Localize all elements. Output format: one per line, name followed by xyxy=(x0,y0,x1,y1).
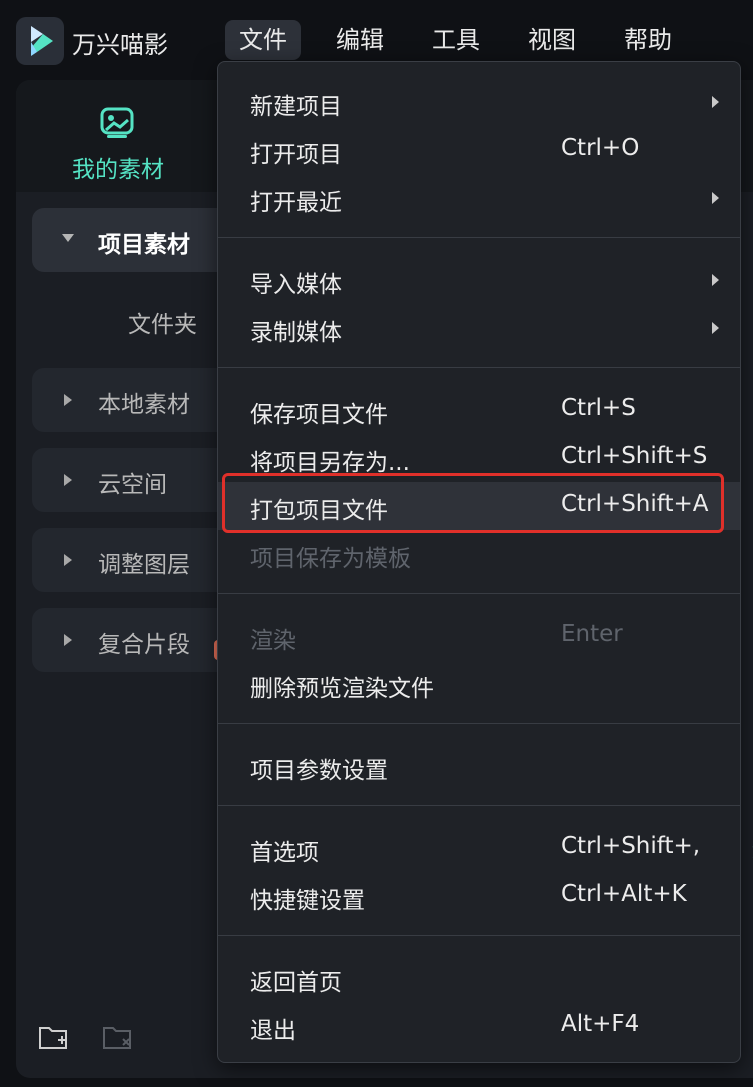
my-materials-tab[interactable]: 我的素材 xyxy=(72,150,164,184)
menu-item-label: 打开项目 xyxy=(250,142,342,168)
menu-tools[interactable]: 工具 xyxy=(418,20,494,60)
annotation-highlight-box xyxy=(222,473,724,533)
menu-item-shortcut: Ctrl+O xyxy=(561,135,640,161)
menu-item-label: 新建项目 xyxy=(250,94,342,120)
menu-exit[interactable]: 退出 Alt+F4 xyxy=(218,1002,740,1050)
menu-item-shortcut: Alt+F4 xyxy=(561,1011,640,1037)
menu-item-shortcut: Ctrl+Shift+S xyxy=(561,443,708,469)
menu-save-project[interactable]: 保存项目文件 Ctrl+S xyxy=(218,386,740,434)
tree-item-label: 项目素材 xyxy=(98,232,190,258)
tree-item-folder[interactable]: 文件夹 xyxy=(128,305,197,339)
menu-delete-preview-render[interactable]: 删除预览渲染文件 xyxy=(218,660,740,708)
menu-item-label: 返回首页 xyxy=(250,970,342,996)
menu-help[interactable]: 帮助 xyxy=(610,20,686,60)
menu-item-label: 保存项目文件 xyxy=(250,402,388,428)
menu-item-label: 退出 xyxy=(250,1018,296,1044)
menu-item-label: 渲染 xyxy=(250,628,296,654)
menu-view[interactable]: 视图 xyxy=(514,20,590,60)
menu-separator xyxy=(218,593,740,594)
menu-return-home[interactable]: 返回首页 xyxy=(218,954,740,1002)
tree-item-label: 复合片段 xyxy=(98,632,190,658)
menu-save-as-template: 项目保存为模板 xyxy=(218,530,740,578)
expand-triangle-icon[interactable] xyxy=(64,634,72,646)
submenu-arrow-icon xyxy=(712,322,719,334)
menu-new-project[interactable]: 新建项目 xyxy=(218,78,740,126)
menu-open-project[interactable]: 打开项目 Ctrl+O xyxy=(218,126,740,174)
menu-item-label: 快捷键设置 xyxy=(250,888,365,914)
tree-item-label: 调整图层 xyxy=(98,552,190,578)
menu-item-shortcut: Ctrl+Alt+K xyxy=(561,881,687,907)
delete-folder-icon xyxy=(102,1024,134,1056)
expand-triangle-icon[interactable] xyxy=(62,234,74,242)
app-name: 万兴喵影 xyxy=(72,31,168,59)
menu-open-recent[interactable]: 打开最近 xyxy=(218,174,740,222)
menu-item-label: 首选项 xyxy=(250,840,319,866)
menu-item-label: 录制媒体 xyxy=(250,320,342,346)
menu-item-shortcut: Ctrl+Shift+, xyxy=(561,833,701,859)
menu-file[interactable]: 文件 xyxy=(225,20,301,60)
menu-item-label: 导入媒体 xyxy=(250,272,342,298)
menu-separator xyxy=(218,805,740,806)
menu-project-settings[interactable]: 项目参数设置 xyxy=(218,742,740,790)
materials-icon[interactable] xyxy=(100,106,134,144)
tree-item-label: 云空间 xyxy=(98,472,167,498)
menu-item-shortcut: Enter xyxy=(561,621,623,647)
menu-item-label: 打开最近 xyxy=(250,190,342,216)
menu-item-label: 将项目另存为... xyxy=(250,450,410,476)
expand-triangle-icon[interactable] xyxy=(64,394,72,406)
menu-separator xyxy=(218,237,740,238)
menu-preferences[interactable]: 首选项 Ctrl+Shift+, xyxy=(218,824,740,872)
menu-edit[interactable]: 编辑 xyxy=(322,20,398,60)
menu-separator xyxy=(218,723,740,724)
file-menu-dropdown: 新建项目 打开项目 Ctrl+O 打开最近 导入媒体 录制媒体 保存项目文件 C… xyxy=(217,61,741,1063)
app-logo-icon xyxy=(16,17,64,65)
menu-import-media[interactable]: 导入媒体 xyxy=(218,256,740,304)
menu-separator xyxy=(218,935,740,936)
menu-item-label: 项目保存为模板 xyxy=(250,546,411,572)
menu-shortcut-settings[interactable]: 快捷键设置 Ctrl+Alt+K xyxy=(218,872,740,920)
tree-item-label: 本地素材 xyxy=(98,392,190,418)
submenu-arrow-icon xyxy=(712,274,719,286)
menu-record-media[interactable]: 录制媒体 xyxy=(218,304,740,352)
menu-item-label: 删除预览渲染文件 xyxy=(250,676,434,702)
expand-triangle-icon[interactable] xyxy=(64,474,72,486)
expand-triangle-icon[interactable] xyxy=(64,554,72,566)
submenu-arrow-icon xyxy=(712,192,719,204)
menu-item-shortcut: Ctrl+S xyxy=(561,395,636,421)
menu-render: 渲染 Enter xyxy=(218,612,740,660)
menu-item-label: 项目参数设置 xyxy=(250,758,388,784)
submenu-arrow-icon xyxy=(712,96,719,108)
new-folder-icon[interactable] xyxy=(38,1024,70,1056)
menu-separator xyxy=(218,367,740,368)
